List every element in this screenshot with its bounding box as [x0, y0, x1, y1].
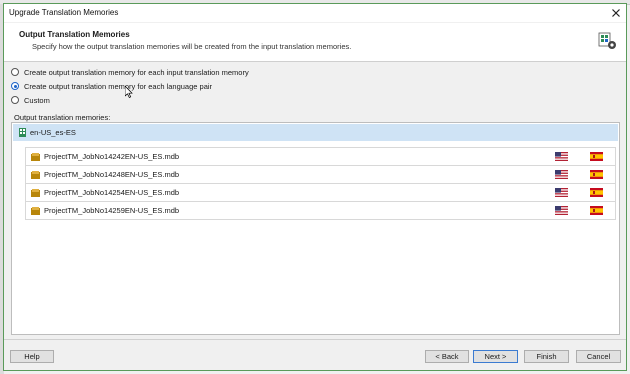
- option-per-input-tm[interactable]: Create output translation memory for eac…: [11, 66, 249, 78]
- tm-name: ProjectTM_JobNo14254EN-US_ES.mdb: [44, 188, 180, 197]
- table-row[interactable]: ProjectTM_JobNo14259EN-US_ES.mdb: [25, 202, 616, 220]
- help-button[interactable]: Help: [10, 350, 54, 363]
- footer-divider: [4, 339, 626, 340]
- tm-name: ProjectTM_JobNo14259EN-US_ES.mdb: [44, 206, 180, 215]
- translation-memory-icon: [31, 152, 40, 161]
- translation-memory-icon: [31, 188, 40, 197]
- mouse-pointer-icon: [125, 86, 133, 98]
- language-pair-label: en-US_es-ES: [30, 128, 76, 137]
- translation-memory-icon: [31, 206, 40, 215]
- page-subtitle: Specify how the output translation memor…: [32, 42, 352, 51]
- title-bar: Upgrade Translation Memories: [4, 4, 626, 22]
- us-flag-icon: [555, 152, 568, 161]
- output-tm-list[interactable]: en-US_es-ES ProjectTM_JobNo14242EN-US_ES…: [11, 122, 620, 335]
- us-flag-icon: [555, 170, 568, 179]
- table-row[interactable]: ProjectTM_JobNo14254EN-US_ES.mdb: [25, 184, 616, 202]
- cancel-button[interactable]: Cancel: [576, 350, 621, 363]
- close-button[interactable]: [608, 5, 624, 21]
- option-per-language-pair[interactable]: Create output translation memory for eac…: [11, 80, 212, 92]
- back-button[interactable]: < Back: [425, 350, 469, 363]
- us-flag-icon: [555, 206, 568, 215]
- option-label: Create output translation memory for eac…: [24, 67, 249, 77]
- spain-flag-icon: [590, 206, 603, 215]
- finish-button[interactable]: Finish: [524, 350, 569, 363]
- spain-flag-icon: [590, 188, 603, 197]
- option-label: Custom: [24, 95, 50, 105]
- upgrade-tm-dialog: Upgrade Translation Memories Output Tran…: [3, 3, 627, 371]
- translation-memory-icon: [31, 170, 40, 179]
- language-pair-group[interactable]: en-US_es-ES: [13, 124, 618, 141]
- next-button[interactable]: Next >: [473, 350, 518, 363]
- language-pair-icon: [19, 128, 26, 137]
- close-icon: [612, 9, 620, 17]
- radio-custom[interactable]: [11, 96, 19, 104]
- page-title: Output Translation Memories: [19, 30, 130, 39]
- output-tm-list-label: Output translation memories:: [14, 113, 111, 122]
- window-title: Upgrade Translation Memories: [9, 8, 119, 17]
- spain-flag-icon: [590, 170, 603, 179]
- us-flag-icon: [555, 188, 568, 197]
- table-row[interactable]: ProjectTM_JobNo14242EN-US_ES.mdb: [25, 148, 616, 166]
- radio-per-language-pair[interactable]: [11, 82, 19, 90]
- tm-name: ProjectTM_JobNo14248EN-US_ES.mdb: [44, 170, 180, 179]
- spain-flag-icon: [590, 152, 603, 161]
- page-header: Output Translation Memories Specify how …: [4, 23, 626, 62]
- tm-name: ProjectTM_JobNo14242EN-US_ES.mdb: [44, 152, 180, 161]
- translation-memory-settings-icon: [598, 32, 616, 49]
- option-custom[interactable]: Custom: [11, 94, 50, 106]
- table-row[interactable]: ProjectTM_JobNo14248EN-US_ES.mdb: [25, 166, 616, 184]
- option-label: Create output translation memory for eac…: [24, 81, 213, 91]
- tm-table: ProjectTM_JobNo14242EN-US_ES.mdb Project…: [25, 147, 616, 220]
- radio-per-input-tm[interactable]: [11, 68, 19, 76]
